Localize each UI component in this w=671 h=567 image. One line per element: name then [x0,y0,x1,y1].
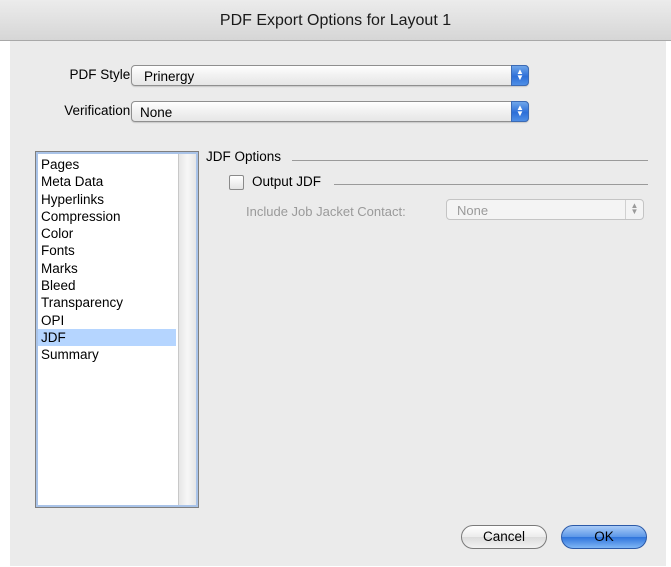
pdf-style-value: Prinergy [144,69,195,84]
group-divider [292,160,648,161]
sidebar-item-compression[interactable]: Compression [38,208,176,225]
jdf-options-title: JDF Options [206,149,282,164]
job-jacket-value: None [457,203,489,218]
sidebar-item-jdf[interactable]: JDF [38,328,176,347]
ok-button[interactable]: OK [561,525,647,549]
popup-arrows-icon: ▲ ▼ [511,101,529,122]
sidebar-item-fonts[interactable]: Fonts [38,242,176,259]
sidebar-item-bleed[interactable]: Bleed [38,277,176,294]
job-jacket-label: Include Job Jacket Contact: [246,204,406,219]
sidebar-item-transparency[interactable]: Transparency [38,294,176,311]
output-jdf-label[interactable]: Output JDF [252,174,321,189]
pdf-style-popup[interactable]: Prinergy ▲ ▼ [131,65,529,86]
pdf-style-label: PDF Style: [69,67,134,82]
popup-arrows-icon: ▲ ▼ [625,200,643,219]
dialog-body: PDF Style: Prinergy ▲ ▼ Verification: Non… [10,41,666,566]
sidebar-item-pages[interactable]: Pages [38,156,176,173]
sidebar-item-opi[interactable]: OPI [38,312,176,329]
output-jdf-divider [334,184,648,185]
popup-arrows-icon: ▲ ▼ [511,65,529,86]
sidebar-item-marks[interactable]: Marks [38,260,176,277]
output-jdf-checkbox[interactable] [229,175,244,190]
verification-value: None [140,105,173,120]
cancel-button[interactable]: Cancel [461,525,547,549]
list-scrollbar[interactable] [178,154,196,505]
window-title: PDF Export Options for Layout 1 [0,0,671,41]
sidebar-item-summary[interactable]: Summary [38,346,176,363]
job-jacket-popup[interactable]: None ▲ ▼ [446,199,644,220]
verification-label: Verification: [64,103,134,118]
sidebar-item-color[interactable]: Color [38,225,176,242]
sidebar-item-meta-data[interactable]: Meta Data [38,173,176,190]
sidebar-item-hyperlinks[interactable]: Hyperlinks [38,191,176,208]
options-category-list[interactable]: Pages Meta Data Hyperlinks Compression Color… [35,151,199,508]
verification-popup[interactable]: None ▲ ▼ [131,101,529,122]
